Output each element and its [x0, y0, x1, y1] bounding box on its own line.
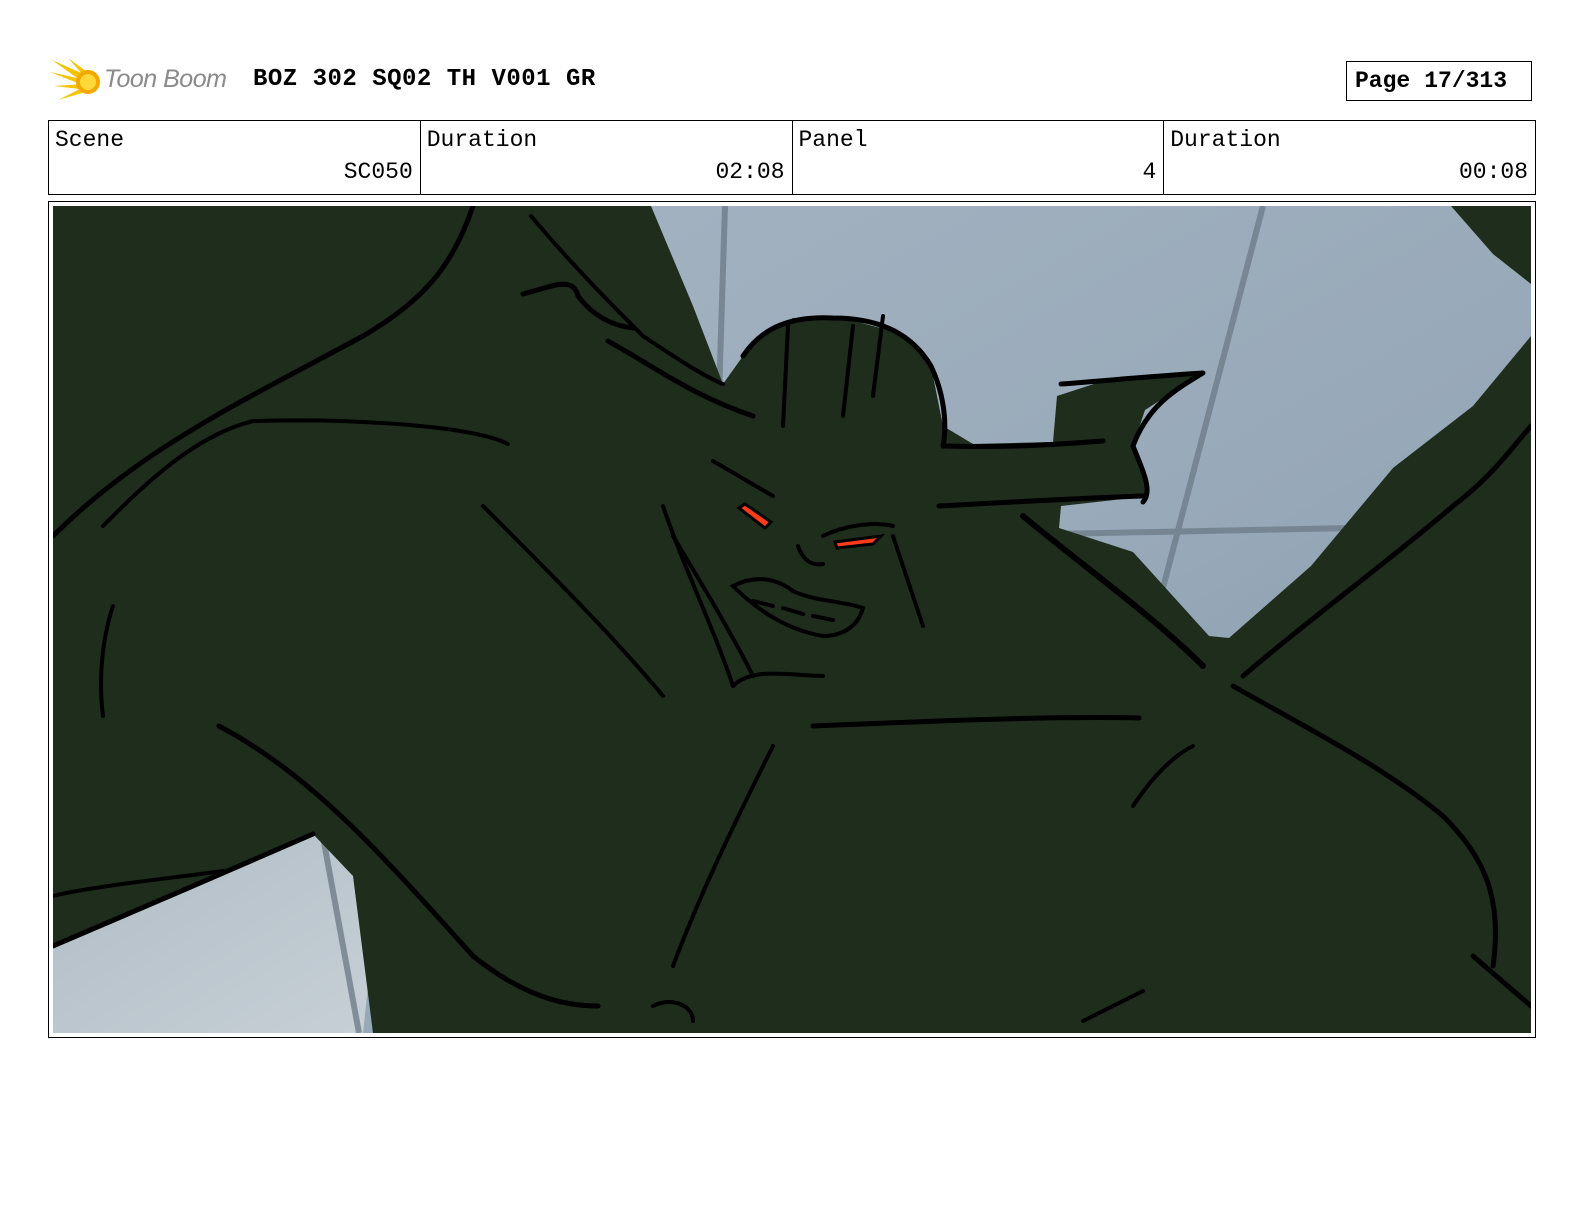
- panel-duration-value: 00:08: [1458, 159, 1528, 185]
- scene-label: Scene: [55, 127, 125, 153]
- page-number: 17/313: [1424, 68, 1508, 94]
- scene-duration-value: 02:08: [715, 159, 785, 185]
- toon-boom-logo: Toon Boom: [50, 56, 240, 106]
- page-indicator: Page 17/313: [1346, 61, 1532, 101]
- scene-cell: Scene SC050: [49, 121, 421, 194]
- toon-boom-logo-icon: [50, 58, 100, 100]
- scene-duration-label: Duration: [426, 127, 538, 153]
- panel-cell: Panel 4: [793, 121, 1165, 194]
- scene-duration-cell: Duration 02:08: [421, 121, 793, 194]
- document-title: BOZ 302 SQ02 TH V001 GR: [253, 66, 596, 93]
- panel-duration-label: Duration: [1170, 127, 1281, 153]
- panel-duration-cell: Duration 00:08: [1164, 121, 1535, 194]
- page-label: Page: [1355, 68, 1411, 94]
- logo-text: Toon Boom: [104, 65, 227, 93]
- panel-value: 4: [1142, 159, 1157, 185]
- panel-label: Panel: [798, 127, 868, 153]
- info-table: Scene SC050 Duration 02:08 Panel 4 Durat…: [48, 120, 1536, 195]
- storyboard-panel-image: [53, 206, 1531, 1033]
- scene-value: SC050: [343, 159, 413, 185]
- panel-frame: [48, 201, 1536, 1038]
